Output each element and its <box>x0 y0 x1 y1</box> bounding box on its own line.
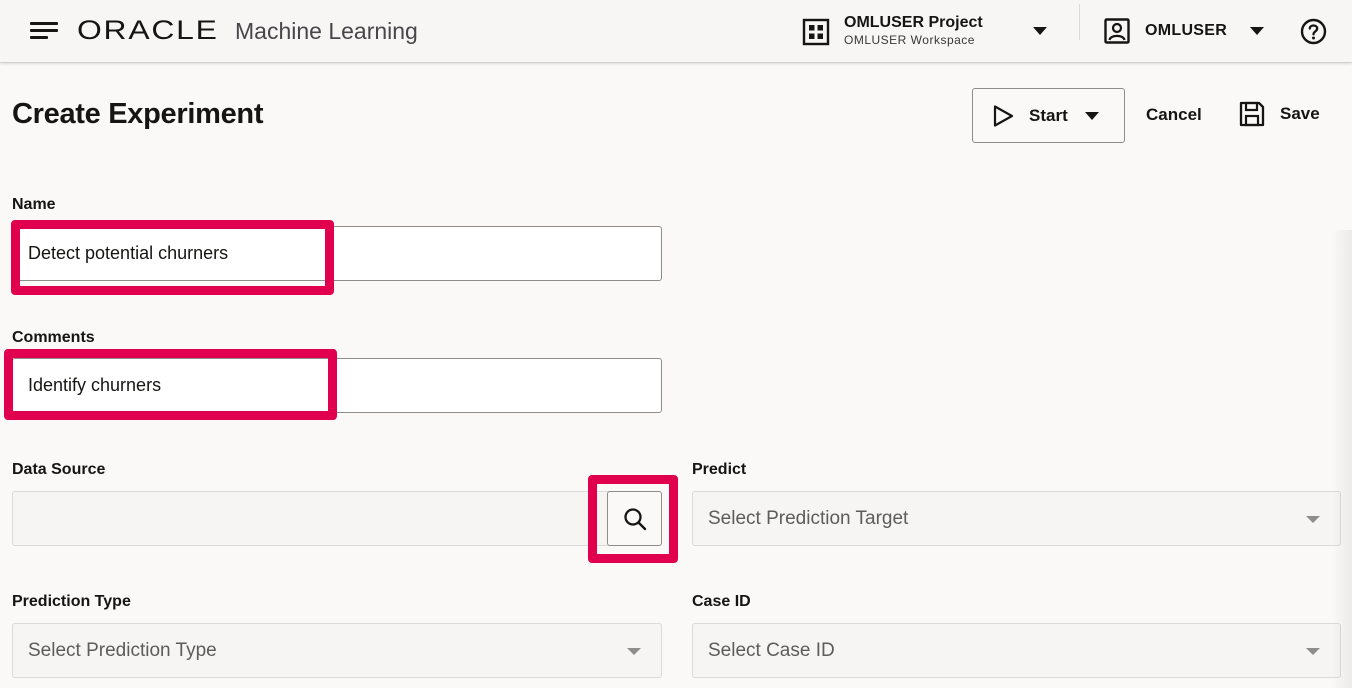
save-button[interactable]: Save <box>1238 100 1320 128</box>
predict-label: Predict <box>692 461 747 478</box>
product-name: Machine Learning <box>235 18 418 44</box>
start-button[interactable]: Start <box>972 88 1125 143</box>
user-chevron-down-icon[interactable] <box>1250 27 1264 35</box>
save-label: Save <box>1280 104 1320 123</box>
case-id-placeholder: Select Case ID <box>708 639 835 661</box>
user-name: OMLUSER <box>1145 22 1228 39</box>
prediction-type-select[interactable]: Select Prediction Type <box>12 623 662 678</box>
prediction-type-placeholder: Select Prediction Type <box>28 639 217 661</box>
comments-input[interactable]: Identify churners <box>12 358 662 413</box>
save-icon <box>1239 101 1265 127</box>
name-label: Name <box>12 196 56 213</box>
predict-select[interactable]: Select Prediction Target <box>692 491 1341 546</box>
start-label: Start <box>1029 105 1068 125</box>
help-icon[interactable] <box>1300 18 1327 45</box>
data-source-input[interactable] <box>12 491 662 546</box>
chevron-down-icon <box>1306 648 1320 655</box>
predict-placeholder: Select Prediction Target <box>708 507 909 529</box>
oracle-brand: ORACLE <box>77 15 219 45</box>
project-selector[interactable]: OMLUSER Project OMLUSER Workspace <box>802 13 983 53</box>
panel-edge-shadow <box>1332 230 1352 688</box>
chevron-down-icon <box>1084 111 1099 120</box>
chevron-down-icon <box>627 648 641 655</box>
app-header: ORACLE Machine Learning OMLUSER Project … <box>0 0 1352 63</box>
prediction-type-label: Prediction Type <box>12 593 131 610</box>
user-icon <box>1104 18 1130 44</box>
hamburger-menu-icon[interactable] <box>30 22 58 40</box>
header-divider <box>1079 4 1080 40</box>
grid-icon <box>802 18 830 46</box>
workspace-name: OMLUSER Workspace <box>844 33 975 47</box>
chevron-down-icon <box>1306 516 1320 523</box>
case-id-select[interactable]: Select Case ID <box>692 623 1341 678</box>
data-source-label: Data Source <box>12 461 106 478</box>
comments-label: Comments <box>12 329 95 346</box>
search-button[interactable] <box>607 491 662 546</box>
project-chevron-down-icon[interactable] <box>1033 27 1047 35</box>
user-menu[interactable]: OMLUSER <box>1104 17 1227 45</box>
cancel-button[interactable]: Cancel <box>1146 105 1202 125</box>
case-id-label: Case ID <box>692 593 751 610</box>
play-icon <box>993 104 1014 127</box>
app-logo: ORACLE Machine Learning <box>77 15 418 49</box>
page-title: Create Experiment <box>12 98 264 130</box>
name-input[interactable]: Detect potential churners <box>12 226 662 281</box>
search-icon <box>623 507 646 530</box>
project-name: OMLUSER Project <box>844 14 983 31</box>
